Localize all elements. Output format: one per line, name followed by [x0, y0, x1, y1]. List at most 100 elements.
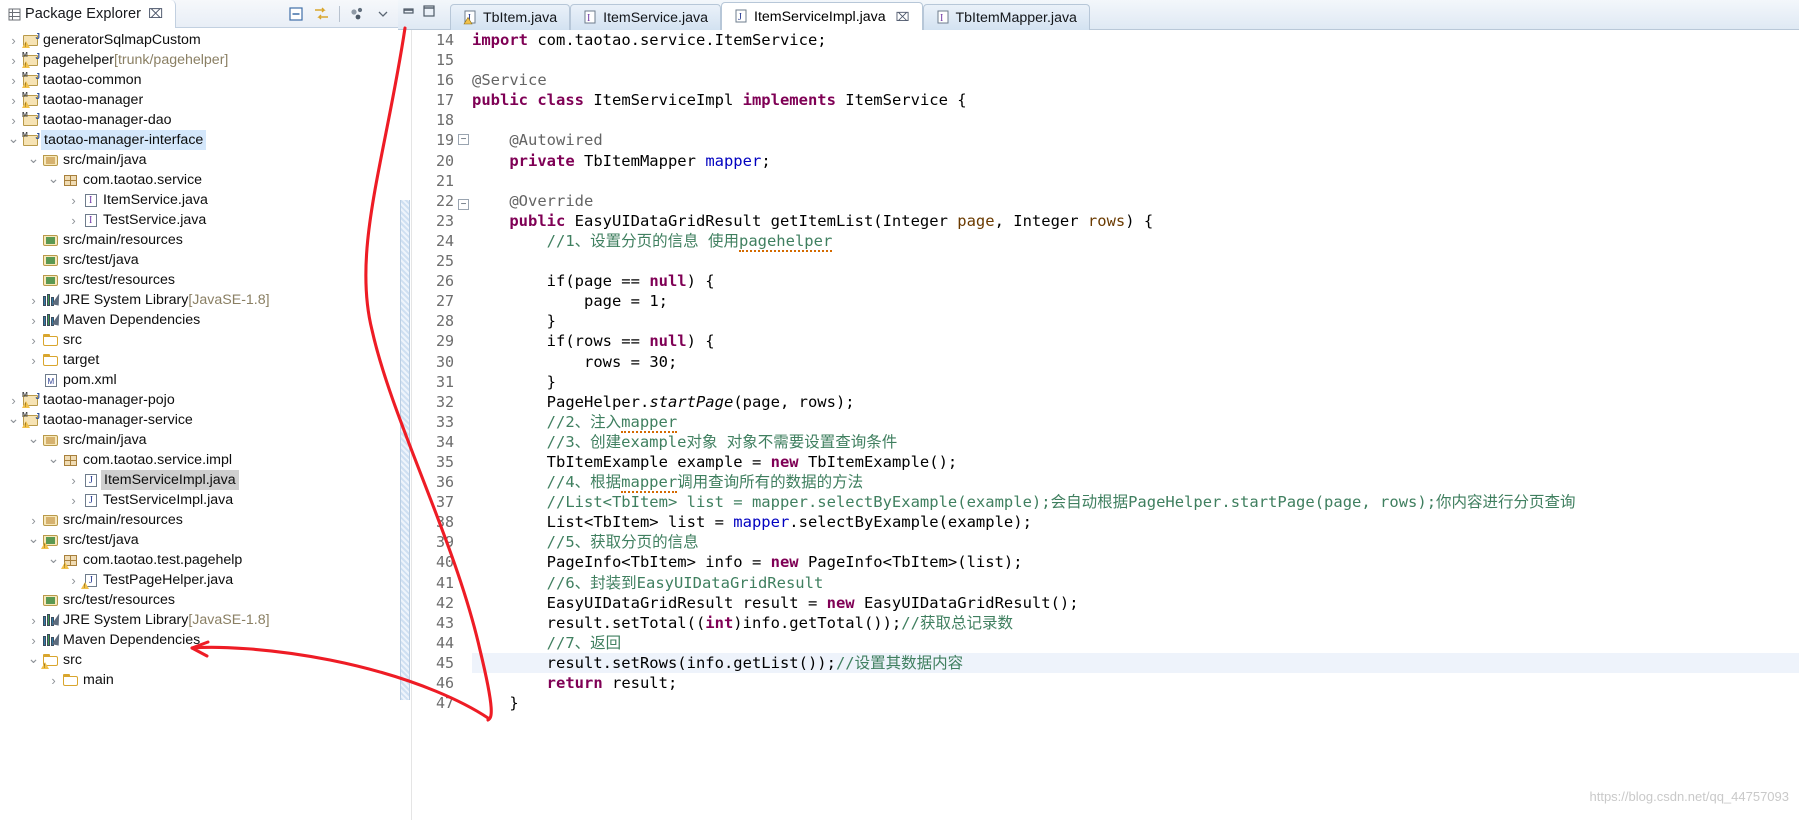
close-icon[interactable]: ⌧: [148, 6, 163, 22]
tree-item-pagehelper[interactable]: ›MJpagehelper [trunk/pagehelper]: [0, 50, 398, 70]
code-line[interactable]: //7、返回: [472, 633, 1799, 653]
fold-marker[interactable]: [458, 70, 472, 90]
code-line[interactable]: public class ItemServiceImpl implements …: [472, 90, 1799, 110]
code-line[interactable]: //6、封装到EasyUIDataGridResult: [472, 573, 1799, 593]
chevron-right-icon[interactable]: ›: [26, 353, 41, 368]
fold-marker[interactable]: −: [458, 198, 472, 219]
folding-ruler[interactable]: − −: [458, 30, 472, 820]
minimize-icon[interactable]: [402, 4, 416, 18]
chevron-down-icon[interactable]: ⌄: [26, 151, 41, 168]
tree-item-maven-dependencies[interactable]: › Maven Dependencies: [0, 630, 398, 650]
code-line[interactable]: //5、获取分页的信息: [472, 532, 1799, 552]
fold-marker[interactable]: [458, 560, 472, 580]
fold-marker[interactable]: [458, 50, 472, 70]
fold-marker[interactable]: [458, 360, 472, 380]
code-line[interactable]: }: [472, 311, 1799, 331]
source-code[interactable]: import com.taotao.service.ItemService; @S…: [472, 30, 1799, 820]
tree-item-jre-system-library[interactable]: › JRE System Library [JavaSE-1.8]: [0, 290, 398, 310]
chevron-down-icon[interactable]: ⌄: [46, 171, 61, 188]
code-line[interactable]: TbItemExample example = new TbItemExampl…: [472, 452, 1799, 472]
tree-item-main[interactable]: › main: [0, 670, 398, 690]
fold-collapse-icon[interactable]: −: [458, 198, 469, 210]
chevron-right-icon[interactable]: ›: [6, 113, 21, 128]
code-line[interactable]: result.setRows(info.getList());//设置其数据内容: [472, 652, 1799, 673]
chevron-right-icon[interactable]: ›: [6, 53, 21, 68]
code-editor[interactable]: 14 15 16 17 18 19 20 21 22 23 24 25 26 27 28 29 30 31 32 33…: [398, 30, 1799, 820]
code-line[interactable]: return result;: [472, 673, 1799, 693]
code-line[interactable]: PageHelper.startPage(page, rows);: [472, 392, 1799, 412]
fold-marker[interactable]: [458, 420, 472, 440]
tree-item-testpagehelper-java[interactable]: › TestPageHelper.java: [0, 570, 398, 590]
link-with-editor-icon[interactable]: [310, 3, 332, 25]
tree-item-itemservice-java[interactable]: › ItemService.java: [0, 190, 398, 210]
chevron-right-icon[interactable]: ›: [66, 213, 81, 228]
code-line[interactable]: PageInfo<TbItem> info = new PageInfo<TbI…: [472, 552, 1799, 572]
tree-item-src-main-resources[interactable]: › src/main/resources: [0, 510, 398, 530]
fold-marker[interactable]: [458, 400, 472, 420]
tree-item-maven-dependencies[interactable]: › Maven Dependencies: [0, 310, 398, 330]
fold-marker[interactable]: [458, 90, 472, 110]
fold-marker[interactable]: [458, 581, 472, 601]
tree-item-taotao-common[interactable]: ›MJtaotao-common: [0, 70, 398, 90]
editor-tab-tbitem[interactable]: J TbItem.java: [450, 4, 571, 30]
fold-marker[interactable]: [458, 155, 472, 175]
code-line[interactable]: @Override: [472, 191, 1799, 211]
fold-marker[interactable]: [458, 175, 472, 195]
code-line[interactable]: public EasyUIDataGridResult getItemList(…: [472, 211, 1799, 231]
chevron-right-icon[interactable]: ›: [46, 673, 61, 688]
project-tree[interactable]: ›JgeneratorSqlmapCustom›MJpagehelper [tr…: [0, 28, 398, 820]
chevron-right-icon[interactable]: ›: [26, 613, 41, 628]
maximize-icon[interactable]: [422, 4, 436, 18]
chevron-down-icon[interactable]: ⌄: [6, 411, 21, 428]
editor-tab-tbitemmapper[interactable]: I TbItemMapper.java: [922, 4, 1090, 30]
code-line[interactable]: [472, 171, 1799, 191]
tree-item-src-main-java[interactable]: ⌄ src/main/java: [0, 430, 398, 450]
code-line[interactable]: [472, 110, 1799, 130]
fold-marker[interactable]: [458, 641, 472, 661]
chevron-down-icon[interactable]: ⌄: [26, 531, 41, 548]
code-line[interactable]: //List<TbItem> list = mapper.selectByExa…: [472, 492, 1799, 512]
tree-item-itemserviceimpl-java[interactable]: › ItemServiceImpl.java: [0, 470, 398, 490]
code-line[interactable]: if(rows == null) {: [472, 331, 1799, 351]
chevron-down-icon[interactable]: ⌄: [46, 551, 61, 568]
code-line[interactable]: //2、注入mapper: [472, 412, 1799, 433]
tree-item-jre-system-library[interactable]: › JRE System Library [JavaSE-1.8]: [0, 610, 398, 630]
chevron-right-icon[interactable]: ›: [6, 393, 21, 408]
code-line[interactable]: [472, 251, 1799, 271]
chevron-right-icon[interactable]: ›: [26, 293, 41, 308]
editor-tabs[interactable]: J TbItem.java I ItemService.java J ItemServic…: [450, 0, 1090, 30]
fold-marker[interactable]: [458, 440, 472, 460]
tree-item-src-test-resources[interactable]: src/test/resources: [0, 270, 398, 290]
tree-item-taotao-manager-dao[interactable]: › M Jtaotao-manager-dao: [0, 110, 398, 130]
tree-item-src-test-java[interactable]: ⌄ src/test/java: [0, 530, 398, 550]
tree-item-com-taotao-test-pagehelp[interactable]: ⌄ com.taotao.test.pagehelp: [0, 550, 398, 570]
fold-marker[interactable]: −: [458, 134, 472, 154]
tree-item-src-main-resources[interactable]: src/main/resources: [0, 230, 398, 250]
chevron-down-icon[interactable]: ⌄: [26, 651, 41, 668]
tree-item-src-test-resources[interactable]: src/test/resources: [0, 590, 398, 610]
collapse-all-icon[interactable]: [285, 3, 307, 25]
package-explorer-tab[interactable]: Package Explorer ⌧: [0, 0, 177, 28]
fold-marker[interactable]: [458, 601, 472, 621]
fold-marker[interactable]: [458, 299, 472, 319]
fold-marker[interactable]: [458, 460, 472, 480]
code-line[interactable]: }: [472, 693, 1799, 713]
tree-item-taotao-manager-pojo[interactable]: ›MJtaotao-manager-pojo: [0, 390, 398, 410]
view-menu-icon[interactable]: [347, 3, 369, 25]
chevron-right-icon[interactable]: ›: [66, 493, 81, 508]
fold-marker[interactable]: [458, 319, 472, 339]
tree-item-generatorsqlmapcustom[interactable]: ›JgeneratorSqlmapCustom: [0, 30, 398, 50]
fold-marker[interactable]: [458, 701, 472, 721]
editor-tab-itemservice[interactable]: I ItemService.java: [570, 4, 721, 30]
chevron-right-icon[interactable]: ›: [66, 473, 81, 488]
close-icon[interactable]: ⌧: [896, 10, 910, 24]
tree-item-src[interactable]: › src: [0, 330, 398, 350]
code-line[interactable]: EasyUIDataGridResult result = new EasyUI…: [472, 593, 1799, 613]
tree-item-com-taotao-service[interactable]: ⌄ com.taotao.service: [0, 170, 398, 190]
tree-item-pom-xml[interactable]: pom.xml: [0, 370, 398, 390]
fold-marker[interactable]: [458, 339, 472, 359]
code-line[interactable]: [472, 50, 1799, 70]
code-line[interactable]: page = 1;: [472, 291, 1799, 311]
code-line[interactable]: List<TbItem> list = mapper.selectByExamp…: [472, 512, 1799, 532]
fold-marker[interactable]: [458, 520, 472, 540]
